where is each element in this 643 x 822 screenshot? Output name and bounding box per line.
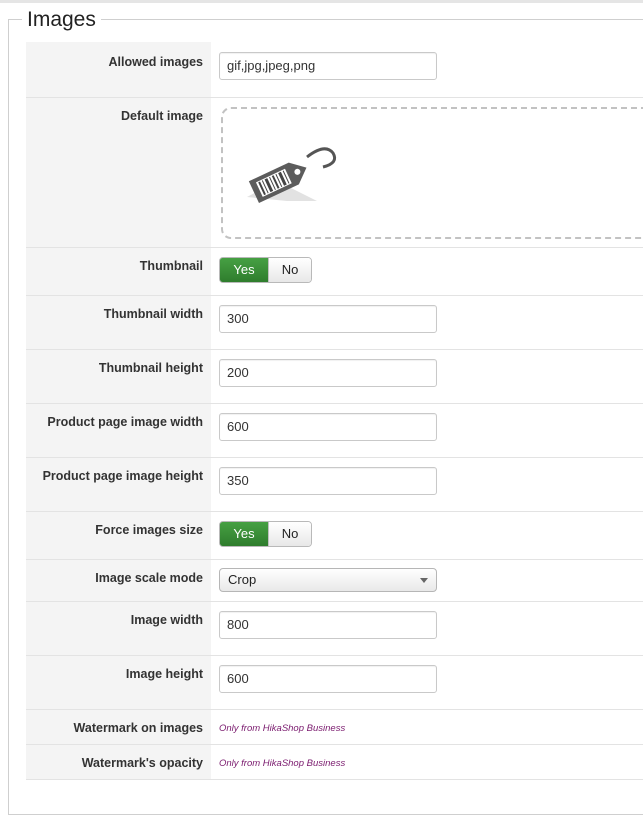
image-width-input[interactable]: 800: [219, 611, 437, 639]
row-watermark: Watermark on images Only from HikaShop B…: [26, 710, 643, 745]
top-divider: [0, 0, 643, 3]
thumbnail-yes-button[interactable]: Yes: [220, 258, 268, 282]
section-title: Images: [22, 8, 101, 32]
row-thumbnail: Thumbnail Yes No: [26, 248, 643, 296]
default-image-label: Default image: [121, 109, 203, 123]
force-size-yes-button[interactable]: Yes: [220, 522, 268, 546]
force-size-no-button[interactable]: No: [268, 522, 311, 546]
row-watermark-opacity: Watermark's opacity Only from HikaShop B…: [26, 745, 643, 780]
allowed-images-label: Allowed images: [108, 55, 203, 69]
thumbnail-toggle: Yes No: [219, 257, 312, 283]
force-size-label: Force images size: [95, 523, 203, 537]
watermark-opacity-label: Watermark's opacity: [81, 756, 203, 770]
image-height-label: Image height: [125, 667, 203, 681]
force-size-toggle: Yes No: [219, 521, 312, 547]
image-width-label: Image width: [130, 613, 203, 627]
settings-table: Allowed images gif,jpg,jpeg,png Default …: [26, 42, 643, 780]
thumbnail-width-input[interactable]: 300: [219, 305, 437, 333]
row-product-page-height: Product page image height 350: [26, 458, 643, 512]
thumbnail-label: Thumbnail: [139, 259, 203, 273]
row-image-height: Image height 600: [26, 656, 643, 710]
row-image-scale-mode: Image scale mode Crop: [26, 560, 643, 602]
watermark-label: Watermark on images: [73, 721, 203, 735]
row-default-image: Default image: [26, 98, 643, 248]
scale-mode-label: Image scale mode: [95, 571, 203, 585]
product-page-height-input[interactable]: 350: [219, 467, 437, 495]
thumbnail-height-label: Thumbnail height: [98, 361, 203, 375]
row-allowed-images: Allowed images gif,jpg,jpeg,png: [26, 42, 643, 98]
watermark-business-note: Only from HikaShop Business: [219, 723, 346, 734]
allowed-images-input[interactable]: gif,jpg,jpeg,png: [219, 52, 437, 80]
watermark-opacity-business-note: Only from HikaShop Business: [219, 758, 346, 769]
product-page-width-input[interactable]: 600: [219, 413, 437, 441]
thumbnail-height-input[interactable]: 200: [219, 359, 437, 387]
thumbnail-no-button[interactable]: No: [268, 258, 311, 282]
chevron-down-icon: [420, 578, 428, 583]
row-thumbnail-width: Thumbnail width 300: [26, 296, 643, 350]
image-height-input[interactable]: 600: [219, 665, 437, 693]
row-image-width: Image width 800: [26, 602, 643, 656]
thumbnail-width-label: Thumbnail width: [103, 307, 203, 321]
product-page-height-label: Product page image height: [42, 469, 203, 483]
default-image-dropzone[interactable]: [221, 107, 643, 239]
barcode-tag-icon: [247, 147, 337, 203]
scale-mode-select[interactable]: Crop: [219, 568, 437, 592]
row-thumbnail-height: Thumbnail height 200: [26, 350, 643, 404]
product-page-width-label: Product page image width: [47, 415, 203, 429]
row-force-images-size: Force images size Yes No: [26, 512, 643, 560]
scale-mode-value: Crop: [228, 572, 257, 587]
row-product-page-width: Product page image width 600: [26, 404, 643, 458]
